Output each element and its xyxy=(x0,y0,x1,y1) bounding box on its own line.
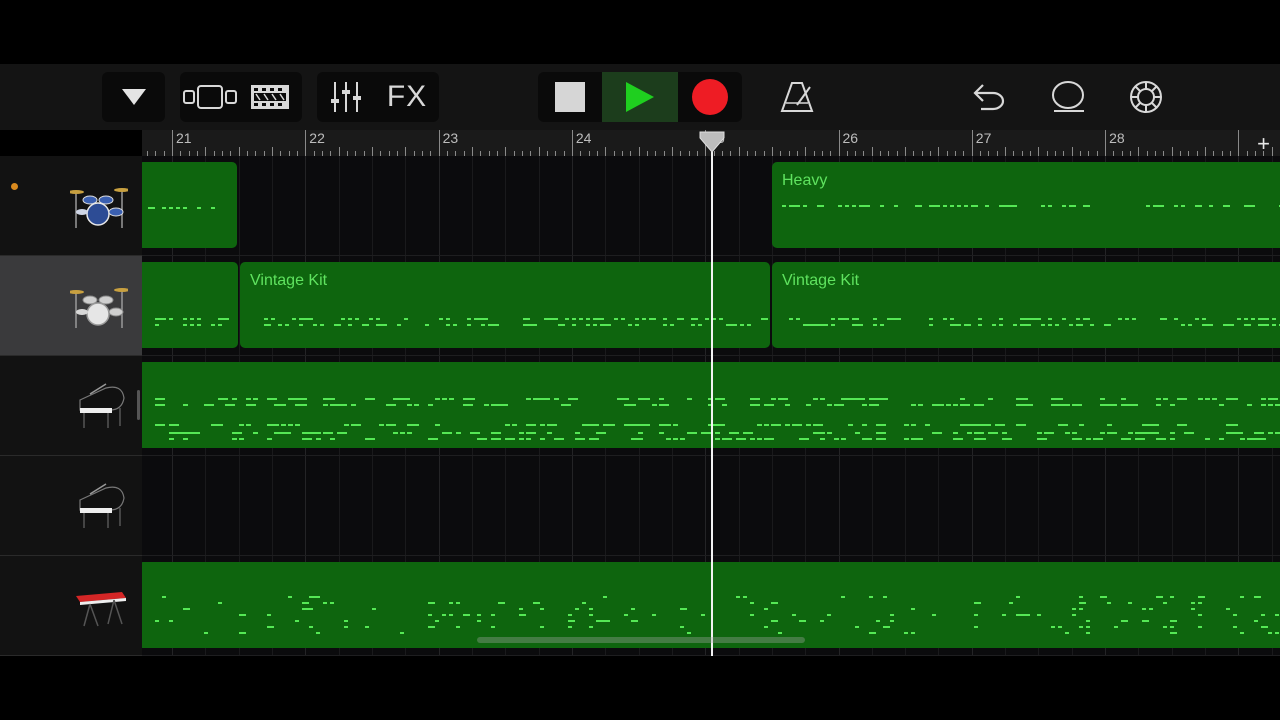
metronome-icon xyxy=(780,82,814,112)
header-scroll-indicator xyxy=(137,390,140,420)
region-notes xyxy=(148,207,215,209)
track-header-piano-2[interactable] xyxy=(0,456,142,556)
play-button[interactable] xyxy=(602,72,678,122)
horizontal-scrollbar[interactable] xyxy=(477,637,805,643)
filmstrip-icon xyxy=(251,85,289,109)
keyboard-synth-icon xyxy=(76,591,126,626)
record-button[interactable] xyxy=(678,72,742,122)
region[interactable]: Vintage Kit xyxy=(240,262,770,348)
settings-button[interactable] xyxy=(1122,72,1170,122)
ruler-bar-number: 23 xyxy=(442,130,459,146)
track-header-drums-2[interactable] xyxy=(0,256,142,356)
region-notes xyxy=(782,205,1280,207)
grand-piano-icon xyxy=(79,382,125,428)
tracks-view-button[interactable] xyxy=(180,72,240,122)
track-headers xyxy=(0,156,142,656)
region-notes xyxy=(264,318,768,326)
fx-label: FX xyxy=(386,80,428,113)
control-bar: FX xyxy=(0,64,1280,130)
ruler-bar-number: 27 xyxy=(975,130,992,146)
ruler-bar-number: 28 xyxy=(1109,130,1125,146)
ruler-bar-number: 24 xyxy=(575,130,592,146)
region[interactable]: Vintage Kit xyxy=(772,262,1280,348)
mixer-button[interactable] xyxy=(317,72,375,122)
undo-icon xyxy=(973,84,1005,111)
loop-icon xyxy=(1052,81,1084,112)
grand-piano-icon xyxy=(79,482,125,528)
stop-icon xyxy=(555,82,585,112)
smart-controls-button[interactable] xyxy=(240,72,300,122)
region[interactable] xyxy=(142,162,237,248)
transport-group xyxy=(538,72,742,122)
drum-kit-icon xyxy=(70,187,128,228)
region[interactable]: Heavy xyxy=(772,162,1280,248)
track-menu-button[interactable] xyxy=(102,72,165,122)
region[interactable] xyxy=(142,262,238,348)
play-icon xyxy=(626,82,654,112)
ruler-bar-number: 26 xyxy=(842,130,859,146)
track-menu-group xyxy=(102,72,165,122)
view-group xyxy=(180,72,302,122)
undo-button[interactable] xyxy=(965,72,1013,122)
playhead[interactable] xyxy=(711,134,713,656)
fx-button[interactable]: FX xyxy=(375,72,439,122)
tracks-view-icon xyxy=(183,85,237,109)
region-notes xyxy=(789,318,1280,326)
metronome-button[interactable] xyxy=(772,72,822,122)
mix-group: FX xyxy=(317,72,439,122)
track-header-synth[interactable] xyxy=(0,556,142,656)
add-section-button[interactable]: + xyxy=(1257,131,1270,156)
drum-kit-icon xyxy=(70,287,128,328)
triangle-down-icon xyxy=(121,89,146,105)
gear-icon xyxy=(1130,81,1162,113)
loop-browser-button[interactable] xyxy=(1044,72,1092,122)
playhead-handle-icon[interactable] xyxy=(698,130,726,154)
sliders-icon xyxy=(331,82,361,112)
track-header-piano-1[interactable] xyxy=(0,356,142,456)
ruler-bar-number: 21 xyxy=(176,130,192,146)
track-header-drums-1[interactable] xyxy=(0,156,142,256)
record-icon xyxy=(692,79,728,115)
stop-button[interactable] xyxy=(538,72,602,122)
record-enabled-dot xyxy=(11,183,18,190)
ruler-bar-number: 22 xyxy=(309,130,325,146)
region-notes xyxy=(155,318,229,326)
